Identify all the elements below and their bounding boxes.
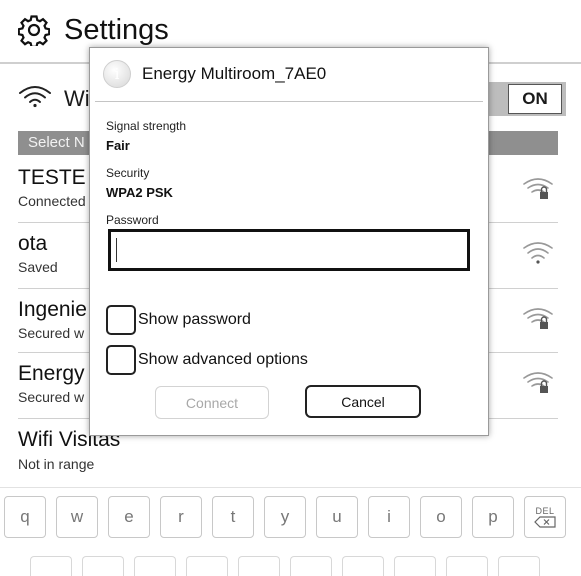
show-password-label[interactable]: Show password [138, 311, 251, 329]
key-r[interactable]: r [160, 496, 202, 538]
key[interactable] [186, 556, 228, 576]
wifi-lock-icon [523, 372, 553, 393]
show-advanced-checkbox[interactable] [106, 345, 136, 375]
password-input[interactable] [108, 229, 470, 271]
key[interactable] [498, 556, 540, 576]
key-i[interactable]: i [368, 496, 410, 538]
key[interactable] [238, 556, 280, 576]
key-e[interactable]: e [108, 496, 150, 538]
network-status: Connected [18, 193, 86, 209]
key-u[interactable]: u [316, 496, 358, 538]
key[interactable] [30, 556, 72, 576]
wifi-lock-icon [523, 308, 553, 329]
key-o[interactable]: o [420, 496, 462, 538]
password-label: Password [106, 213, 159, 227]
key[interactable] [134, 556, 176, 576]
network-status: Secured w [18, 389, 85, 405]
network-item[interactable]: ota Saved [18, 232, 58, 275]
section-header-label: Select N [28, 134, 85, 151]
key-q[interactable]: q [4, 496, 46, 538]
network-name: ota [18, 232, 48, 255]
signal-strength-label: Signal strength [106, 119, 187, 133]
network-name: Ingenie [18, 298, 87, 321]
key[interactable] [82, 556, 124, 576]
wifi-lock-icon [523, 178, 553, 199]
wifi-icon [19, 86, 51, 108]
wifi-toggle-on[interactable]: ON [508, 84, 562, 114]
security-label: Security [106, 166, 150, 180]
network-item[interactable]: Ingenie Secured w [18, 298, 87, 341]
network-status: Not in range [18, 456, 95, 472]
network-name: TESTE [18, 166, 86, 189]
gear-icon [18, 15, 50, 46]
network-item[interactable]: Energy Secured w [18, 362, 85, 405]
key[interactable] [394, 556, 436, 576]
network-status: Saved [18, 259, 58, 275]
delete-key-label: DEL [535, 506, 555, 516]
connect-button[interactable]: Connect [155, 386, 269, 419]
network-status: Secured w [18, 325, 85, 341]
wifi-toggle-label: Wi [64, 86, 90, 111]
show-advanced-label[interactable]: Show advanced options [138, 351, 308, 369]
signal-strength-value: Fair [106, 138, 130, 153]
key-p[interactable]: p [472, 496, 514, 538]
network-name: Energy [18, 362, 85, 385]
text-caret [116, 238, 117, 262]
show-password-checkbox[interactable] [106, 305, 136, 335]
dialog-divider [95, 101, 483, 102]
cancel-button[interactable]: Cancel [305, 385, 421, 418]
security-value: WPA2 PSK [106, 185, 173, 200]
backspace-icon [534, 516, 556, 528]
key-y[interactable]: y [264, 496, 306, 538]
key-delete[interactable]: DEL [524, 496, 566, 538]
key[interactable] [446, 556, 488, 576]
keyboard-divider [0, 487, 581, 488]
keyboard-row: q w e r t y u i o p DEL [4, 496, 566, 538]
wifi-icon [523, 242, 553, 264]
dialog-title: Energy Multiroom_7AE0 [142, 64, 327, 83]
key-t[interactable]: t [212, 496, 254, 538]
keyboard-row-partial [30, 556, 540, 576]
network-item[interactable]: TESTE Connected [18, 166, 86, 209]
key[interactable] [290, 556, 332, 576]
key[interactable] [342, 556, 384, 576]
info-icon: i [103, 60, 131, 88]
key-w[interactable]: w [56, 496, 98, 538]
page-title: Settings [64, 14, 169, 46]
